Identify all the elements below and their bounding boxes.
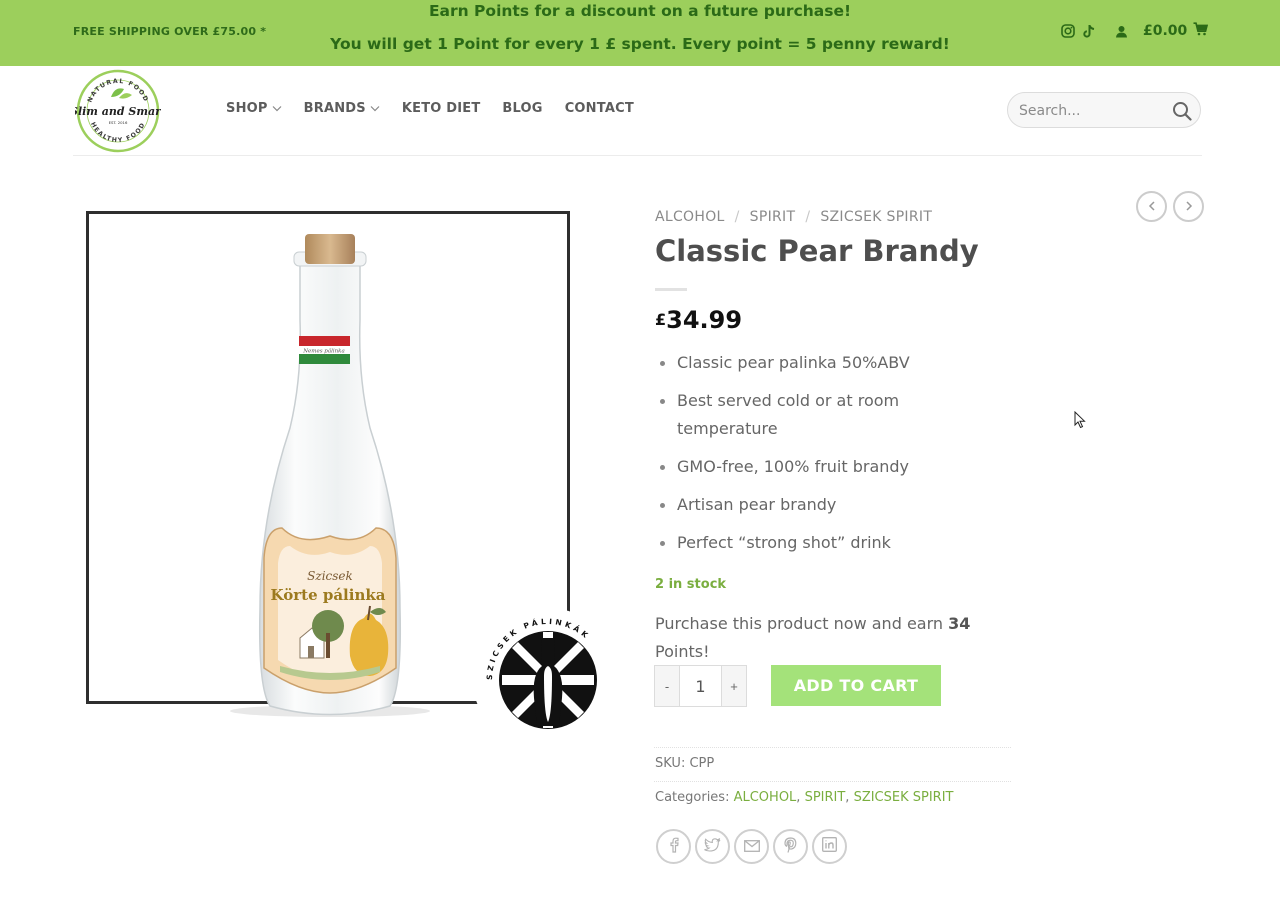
nav-keto-diet[interactable]: KETO DIET bbox=[402, 101, 481, 116]
category-link-szicsek-spirit[interactable]: SZICSEK SPIRIT bbox=[854, 790, 954, 805]
instagram-icon[interactable] bbox=[1060, 23, 1076, 39]
earn-text-after: Points! bbox=[655, 642, 710, 661]
chevron-left-icon bbox=[1148, 200, 1156, 214]
chevron-right-icon bbox=[1185, 200, 1193, 214]
meta-divider bbox=[654, 781, 1011, 782]
user-icon[interactable] bbox=[1113, 23, 1129, 39]
chevron-down-icon bbox=[370, 101, 380, 116]
search-icon[interactable] bbox=[1172, 101, 1192, 121]
logo-script-text: Slim and Smart bbox=[75, 105, 161, 118]
product-categories: Categories: ALCOHOL, SPIRIT, SZICSEK SPI… bbox=[655, 790, 954, 805]
quantity-increase-button[interactable]: + bbox=[721, 665, 747, 707]
category-link-alcohol[interactable]: ALCOHOL bbox=[734, 790, 797, 805]
main-navigation: SHOP BRANDS KETO DIET BLOG CONTACT bbox=[226, 101, 656, 116]
nav-shop[interactable]: SHOP bbox=[226, 101, 282, 116]
share-linkedin-button[interactable] bbox=[812, 829, 847, 864]
breadcrumb-spirit[interactable]: SPIRIT bbox=[750, 209, 796, 225]
share-facebook-button[interactable] bbox=[656, 829, 691, 864]
search-box bbox=[1007, 92, 1201, 128]
sku-label: SKU: bbox=[655, 756, 686, 771]
nav-brands[interactable]: BRANDS bbox=[304, 101, 380, 116]
points-promo-headline: Earn Points for a discount on a future p… bbox=[428, 2, 852, 20]
pinterest-icon bbox=[784, 836, 797, 857]
tiktok-icon[interactable] bbox=[1081, 23, 1097, 39]
product-features-list: Classic pear palinka 50%ABV Best served … bbox=[655, 349, 955, 567]
feature-item: GMO-free, 100% fruit brandy bbox=[655, 453, 955, 481]
feature-item: Best served cold or at room temperature bbox=[655, 387, 955, 443]
earn-points-value: 34 bbox=[948, 614, 971, 633]
cart-icon bbox=[1193, 22, 1209, 40]
next-product-button[interactable] bbox=[1173, 191, 1204, 222]
title-divider bbox=[655, 288, 687, 291]
nav-blog[interactable]: BLOG bbox=[502, 101, 542, 116]
points-earn-message: Purchase this product now and earn 34 Po… bbox=[655, 610, 1015, 666]
share-pinterest-button[interactable] bbox=[773, 829, 808, 864]
feature-item: Classic pear palinka 50%ABV bbox=[655, 349, 955, 377]
quantity-decrease-button[interactable]: - bbox=[654, 665, 680, 707]
categories-label: Categories: bbox=[655, 790, 730, 805]
category-link-spirit[interactable]: SPIRIT bbox=[805, 790, 846, 805]
email-icon bbox=[743, 837, 760, 856]
bottle-brand-text: Szicsek bbox=[307, 569, 353, 583]
breadcrumb: ALCOHOL / SPIRIT / SZICSEK SPIRIT bbox=[655, 209, 932, 225]
stock-status: 2 in stock bbox=[655, 577, 727, 592]
facebook-icon bbox=[669, 837, 679, 857]
feature-item: Perfect “strong shot” drink bbox=[655, 529, 955, 557]
cart-total: £0.00 bbox=[1143, 23, 1188, 39]
bottle-name-text: Körte pálinka bbox=[271, 586, 386, 604]
price-amount: 34.99 bbox=[666, 306, 743, 334]
share-twitter-button[interactable] bbox=[695, 829, 730, 864]
price-currency: £ bbox=[655, 310, 667, 329]
nav-contact[interactable]: CONTACT bbox=[565, 101, 634, 116]
product-image[interactable]: Nemes pálinka Szicsek Körte pálinka bbox=[230, 228, 430, 720]
breadcrumb-separator: / bbox=[734, 209, 740, 225]
header-divider bbox=[73, 155, 1202, 156]
earn-text-before: Purchase this product now and earn bbox=[655, 614, 949, 633]
product-price: £ 34.99 bbox=[655, 306, 742, 334]
logo-est-text: EST. 2016 bbox=[109, 120, 128, 125]
bottle-band-text: Nemes pálinka bbox=[302, 348, 345, 355]
meta-divider bbox=[654, 747, 1011, 748]
feature-item: Artisan pear brandy bbox=[655, 491, 955, 519]
breadcrumb-separator: / bbox=[805, 209, 811, 225]
brand-seal-badge: SZICSEK PÁLINKÁK bbox=[472, 608, 622, 748]
chevron-down-icon bbox=[272, 101, 282, 116]
breadcrumb-szicsek-spirit[interactable]: SZICSEK SPIRIT bbox=[820, 209, 932, 225]
share-email-button[interactable] bbox=[734, 829, 769, 864]
quantity-stepper: - + bbox=[654, 665, 747, 707]
twitter-icon bbox=[704, 837, 721, 856]
previous-product-button[interactable] bbox=[1136, 191, 1167, 222]
cart-link[interactable]: £0.00 bbox=[1143, 22, 1209, 40]
sku-value: CPP bbox=[689, 756, 715, 771]
mouse-cursor-icon bbox=[1074, 410, 1086, 433]
site-logo[interactable]: NATURAL FOOD HEALTHY FOOD Slim and Smart… bbox=[70, 69, 166, 153]
nav-shop-label: SHOP bbox=[226, 101, 268, 116]
product-sku: SKU: CPP bbox=[655, 756, 714, 771]
search-input[interactable] bbox=[1019, 101, 1169, 121]
breadcrumb-alcohol[interactable]: ALCOHOL bbox=[655, 209, 725, 225]
linkedin-icon bbox=[822, 837, 837, 856]
top-promo-bar: FREE SHIPPING OVER £75.00 * Earn Points … bbox=[0, 0, 1280, 66]
nav-brands-label: BRANDS bbox=[303, 101, 366, 116]
product-title: Classic Pear Brandy bbox=[655, 234, 979, 268]
add-to-cart-button[interactable]: ADD TO CART bbox=[771, 665, 941, 706]
quantity-input[interactable] bbox=[680, 665, 721, 707]
